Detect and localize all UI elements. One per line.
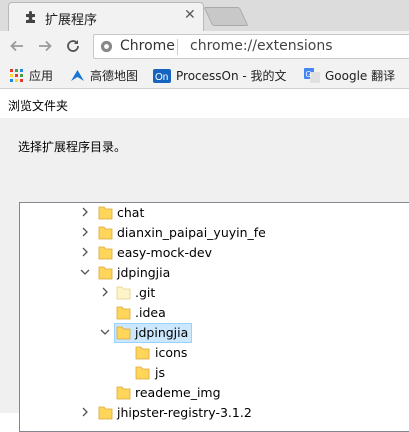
reload-button[interactable]: [62, 35, 84, 57]
folder-icon: [135, 346, 150, 360]
dialog-instruction: 选择扩展程序目录。: [18, 140, 127, 154]
tree-row[interactable]: jhipster-registry-3.1.2: [20, 403, 409, 423]
dialog-title: 浏览文件夹: [8, 99, 69, 113]
chevron-down-icon[interactable]: [99, 326, 111, 338]
forward-button[interactable]: [34, 35, 56, 57]
tree-row[interactable]: easy-mock-dev: [20, 243, 409, 263]
chevron-down-icon[interactable]: [79, 266, 91, 278]
svg-text:G: G: [306, 70, 312, 79]
dialog-titlebar: 浏览文件夹: [0, 89, 409, 118]
svg-text:On: On: [155, 72, 168, 83]
processon-icon: On: [153, 68, 171, 83]
folder-icon: [98, 246, 113, 260]
tab-title: 扩展程序: [45, 13, 98, 28]
apps-grid-icon: [10, 68, 23, 82]
bookmark-label: Google 翻译: [325, 69, 396, 83]
address-bar-divider: [177, 39, 178, 55]
bookmark-processon[interactable]: On ProcessOn - 我的文: [153, 67, 287, 83]
browser-toolbar: Chrome chrome://extensions: [0, 31, 409, 62]
tree-item-label: jdpingjia: [135, 325, 189, 340]
google-translate-icon: G: [304, 68, 320, 83]
back-button[interactable]: [6, 35, 28, 57]
tree-item-label: .idea: [135, 305, 166, 320]
tab-close-icon[interactable]: ✕: [184, 7, 196, 23]
bookmark-label: 应用: [29, 69, 54, 83]
bookmark-google-translate[interactable]: G Google 翻译: [304, 67, 395, 83]
folder-icon: [98, 226, 113, 240]
tree-item-label: chat: [117, 205, 145, 220]
tree-item-label: reademe_img: [135, 385, 221, 400]
folder-icon: [98, 206, 113, 220]
new-tab-button[interactable]: [203, 7, 249, 26]
arrow-right-icon: [39, 40, 52, 52]
tree-item-label: .git: [135, 285, 156, 300]
tree-row-selected[interactable]: jdpingjia: [20, 323, 409, 343]
tree-item-label: js: [155, 365, 165, 380]
tree-row[interactable]: jdpingjia: [20, 263, 409, 283]
tab-strip: 扩展程序 ✕: [0, 0, 409, 31]
tree-item-label: dianxin_paipai_yuyin_fe: [117, 225, 266, 240]
folder-tree[interactable]: chat dianxin_paipai_yuyin_fe easy-mock-d…: [19, 202, 409, 432]
bookmarks-bar: 应用 高德地图 On ProcessOn - 我的文 G Google 翻译: [0, 62, 409, 89]
tree-row[interactable]: .git: [20, 283, 409, 303]
tree-item-label: icons: [155, 345, 188, 360]
tree-row[interactable]: dianxin_paipai_yuyin_fe: [20, 223, 409, 243]
bookmark-label: ProcessOn - 我的文: [176, 69, 287, 83]
tree-item-label: jdpingjia: [117, 265, 171, 280]
reload-icon: [67, 40, 79, 52]
folder-icon: [116, 286, 131, 300]
chevron-right-icon[interactable]: [79, 226, 91, 238]
folder-icon: [116, 326, 131, 340]
tree-row[interactable]: .idea: [20, 303, 409, 323]
chevron-right-icon[interactable]: [79, 246, 91, 258]
tree-row[interactable]: js: [20, 363, 409, 383]
address-bar-chip: Chrome: [120, 38, 175, 54]
chevron-right-icon[interactable]: [99, 286, 111, 298]
tree-item-label: easy-mock-dev: [117, 245, 213, 260]
address-bar-url[interactable]: chrome://extensions: [190, 38, 333, 54]
tree-row[interactable]: reademe_img: [20, 383, 409, 403]
amap-icon: [71, 69, 84, 81]
puzzle-piece-icon: [26, 11, 35, 23]
address-bar[interactable]: Chrome chrome://extensions: [93, 34, 409, 59]
tab-extensions[interactable]: 扩展程序 ✕: [8, 2, 204, 31]
bookmark-apps[interactable]: 应用: [10, 67, 53, 83]
chevron-right-icon[interactable]: [79, 206, 91, 218]
folder-icon: [135, 366, 150, 380]
folder-icon: [116, 306, 131, 320]
bookmark-amap[interactable]: 高德地图: [70, 67, 138, 83]
browse-folder-dialog: 选择扩展程序目录。 chat dianxin_paipai_yuyin_fe e…: [0, 118, 409, 432]
arrow-left-icon: [10, 40, 23, 52]
bookmark-label: 高德地图: [90, 69, 139, 83]
tree-row[interactable]: icons: [20, 343, 409, 363]
folder-icon: [98, 266, 113, 280]
chrome-logo-icon: [100, 40, 113, 53]
tree-row[interactable]: chat: [20, 203, 409, 223]
chevron-right-icon[interactable]: [79, 406, 91, 418]
folder-icon: [116, 386, 131, 400]
